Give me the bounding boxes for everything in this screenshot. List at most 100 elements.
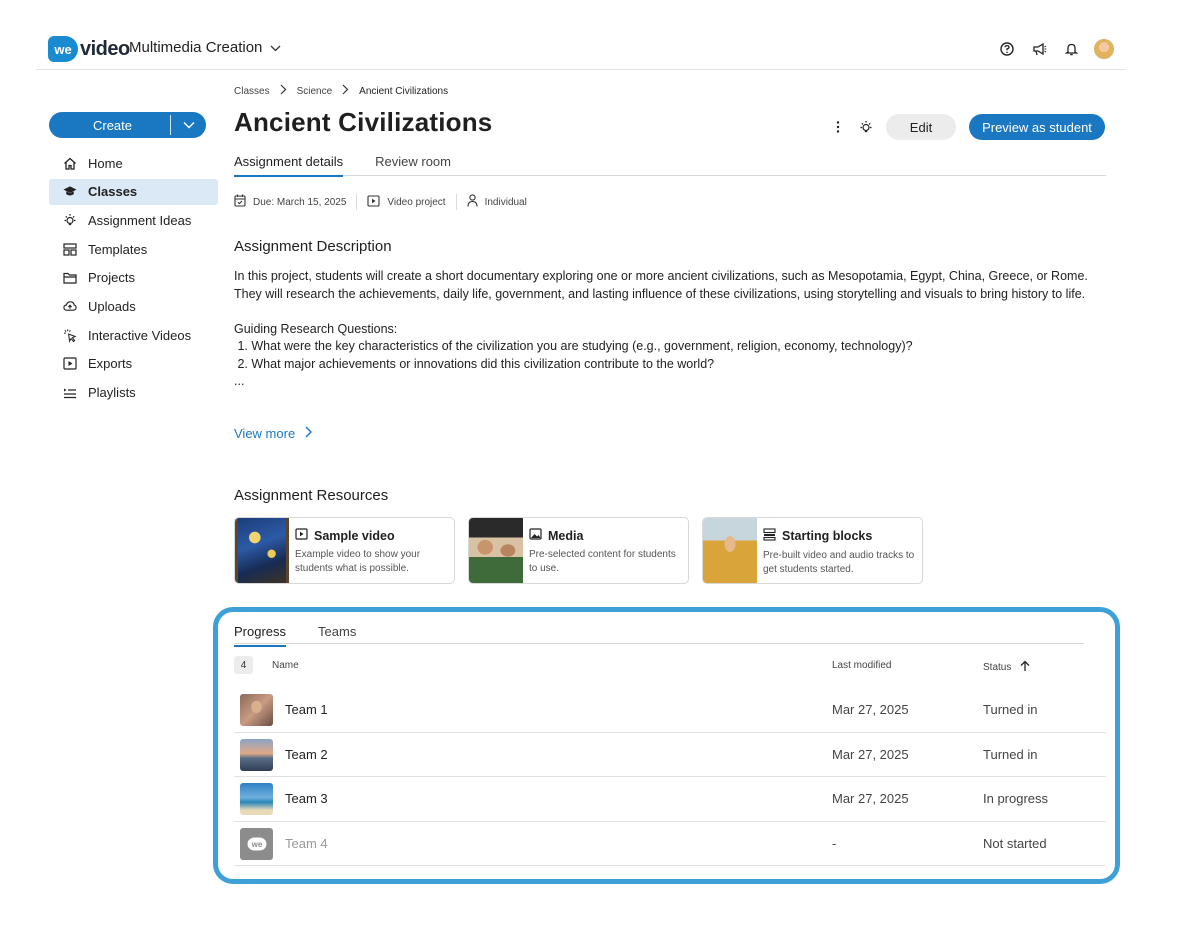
meta-divider — [356, 194, 358, 210]
page-title: Ancient Civilizations — [234, 107, 493, 137]
last-modified: Mar 27, 2025 — [832, 791, 909, 806]
description-paragraph: In this project, students will create a … — [234, 269, 1088, 301]
help-icon[interactable] — [998, 40, 1016, 58]
chevron-right-icon — [280, 84, 287, 98]
tab-progress[interactable]: Progress — [234, 624, 287, 647]
status: In progress — [983, 791, 1049, 806]
meta-divider — [455, 194, 457, 210]
sidebar-item-interactive-videos[interactable]: Interactive Videos — [49, 322, 218, 348]
assignment-meta: Due: March 15, 2025 Video project Indivi… — [234, 194, 527, 210]
person-icon — [467, 194, 478, 210]
tab-assignment-details[interactable]: Assignment details — [234, 154, 344, 177]
resources-list: Sample video Example video to show your … — [234, 517, 923, 584]
view-more-link[interactable]: View more — [234, 426, 313, 441]
table-header: 4 Name Last modified Status — [234, 656, 1106, 676]
sidebar-item-label: Assignment Ideas — [88, 212, 192, 228]
sidebar-item-label: Interactive Videos — [88, 327, 192, 343]
resource-description: Pre-selected content for students to use… — [529, 549, 676, 574]
create-button-group: Create — [49, 112, 206, 138]
sidebar-item-projects[interactable]: Projects — [49, 265, 218, 291]
create-dropdown-button[interactable] — [171, 112, 206, 138]
column-header-status-label: Status — [983, 662, 1012, 673]
table-row[interactable]: Team 2 Mar 27, 2025 Turned in — [234, 733, 1106, 777]
team-name: Team 4 — [285, 835, 328, 851]
preview-as-student-button[interactable]: Preview as student — [969, 114, 1105, 140]
lightbulb-icon — [63, 213, 77, 227]
folder-icon — [63, 271, 77, 285]
announcement-icon[interactable] — [1030, 40, 1048, 58]
breadcrumb-science[interactable]: Science — [297, 86, 333, 97]
sidebar-item-playlists[interactable]: Playlists — [49, 380, 218, 406]
team-name: Team 2 — [285, 746, 328, 762]
edit-button[interactable]: Edit — [886, 114, 956, 140]
play-square-icon — [63, 357, 77, 371]
upload-cloud-icon — [63, 299, 77, 313]
project-type-text: Video project — [387, 196, 446, 208]
wevideo-logo[interactable]: we video — [48, 36, 130, 62]
sidebar-nav: Home Classes Assignment Ideas Templates … — [49, 150, 219, 406]
sidebar-item-assignment-ideas[interactable]: Assignment Ideas — [49, 207, 218, 233]
progress-tabs: Progress Teams — [234, 624, 1084, 647]
logo-badge: we — [48, 36, 78, 62]
column-header-last-modified[interactable]: Last modified — [832, 660, 891, 671]
sample-video-thumbnail — [235, 518, 289, 583]
workspace-switcher[interactable]: Multimedia Creation — [129, 39, 281, 56]
sidebar: Create Home Classes Assignment Ideas Tem… — [49, 112, 219, 408]
sidebar-item-uploads[interactable]: Uploads — [49, 293, 218, 319]
resource-card-sample-video[interactable]: Sample video Example video to show your … — [234, 517, 455, 584]
resource-card-media[interactable]: Media Pre-selected content for students … — [468, 517, 689, 584]
status: Turned in — [983, 746, 1038, 762]
tab-review-room[interactable]: Review room — [375, 154, 451, 176]
team-name: Team 1 — [285, 702, 328, 717]
create-button[interactable]: Create — [49, 112, 170, 138]
project-type: Video project — [367, 194, 446, 210]
graduation-cap-icon — [63, 185, 77, 199]
description-heading: Assignment Description — [234, 238, 392, 255]
resource-title: Sample video — [314, 528, 395, 543]
title-actions: Edit Preview as student — [830, 114, 1105, 140]
table-row[interactable]: we Team 4 - Not started — [234, 822, 1106, 866]
top-bar: we video Multimedia Creation — [36, 30, 1126, 70]
sidebar-item-exports[interactable]: Exports — [49, 351, 218, 377]
sidebar-item-home[interactable]: Home — [49, 150, 218, 176]
due-date: Due: March 15, 2025 — [234, 194, 346, 210]
tab-teams[interactable]: Teams — [318, 624, 356, 646]
column-header-name[interactable]: Name — [272, 660, 299, 671]
table-row[interactable]: Team 3 Mar 27, 2025 In progress — [234, 777, 1106, 822]
column-header-status[interactable]: Status — [983, 660, 1030, 675]
video-icon — [367, 194, 380, 210]
sidebar-item-label: Uploads — [88, 298, 136, 314]
sidebar-item-classes[interactable]: Classes — [49, 178, 218, 205]
team-thumbnail — [240, 738, 273, 771]
sidebar-item-templates[interactable]: Templates — [49, 236, 218, 262]
media-thumbnail — [469, 518, 523, 583]
last-modified: Mar 27, 2025 — [832, 702, 909, 717]
sidebar-item-label: Projects — [88, 270, 135, 286]
breadcrumb-classes[interactable]: Classes — [234, 86, 270, 97]
bell-icon[interactable] — [1062, 40, 1080, 58]
more-options-icon[interactable] — [830, 115, 846, 139]
chevron-right-icon — [305, 426, 313, 441]
work-mode: Individual — [467, 194, 527, 210]
breadcrumb-current: Ancient Civilizations — [359, 85, 449, 97]
user-avatar[interactable] — [1094, 39, 1114, 59]
question-1: 1. What were the key characteristics of … — [234, 339, 913, 353]
chevron-down-icon — [183, 122, 194, 129]
question-2: 2. What major achievements or innovation… — [234, 356, 715, 371]
sidebar-item-label: Classes — [88, 184, 138, 200]
table-row[interactable]: Team 1 Mar 27, 2025 Turned in — [234, 688, 1106, 733]
sidebar-item-label: Templates — [88, 241, 148, 257]
resource-card-starting-blocks[interactable]: Starting blocks Pre-built video and audi… — [702, 517, 923, 584]
lightbulb-icon[interactable] — [858, 115, 874, 139]
calendar-icon — [234, 194, 246, 210]
click-icon — [63, 328, 77, 343]
playlist-icon — [63, 386, 77, 400]
resource-description: Pre-built video and audio tracks to get … — [763, 550, 915, 575]
image-icon — [529, 528, 542, 543]
description-ellipsis: ... — [234, 374, 245, 388]
arrow-up-icon — [1020, 660, 1030, 675]
row-count-badge: 4 — [234, 656, 253, 674]
team-thumbnail: we — [240, 827, 273, 860]
team-table: Team 1 Mar 27, 2025 Turned in Team 2 Mar… — [234, 688, 1106, 866]
sidebar-item-label: Playlists — [88, 385, 136, 400]
